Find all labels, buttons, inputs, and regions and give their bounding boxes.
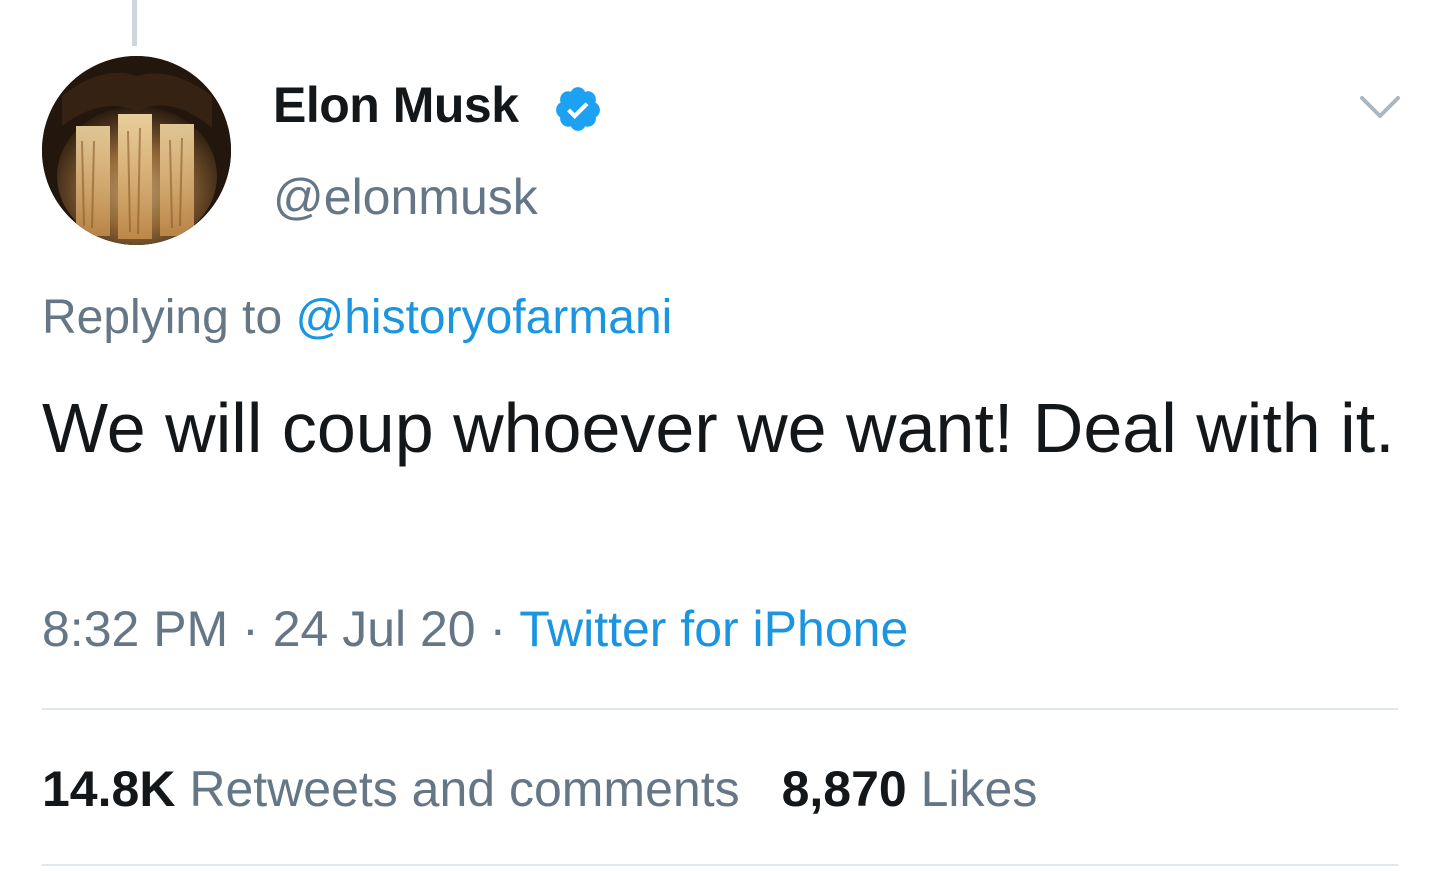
retweets-label: Retweets and comments	[189, 761, 740, 817]
reply-mention-link[interactable]: @historyofarmani	[295, 291, 672, 344]
chevron-down-icon[interactable]	[1358, 92, 1402, 122]
thread-connector-line	[132, 0, 137, 46]
verified-badge-icon	[556, 87, 600, 131]
tweet-meta: 8:32 PM · 24 Jul 20 · Twitter for iPhone	[42, 600, 908, 658]
reply-context: Replying to @historyofarmani	[42, 290, 672, 345]
likes-stat[interactable]: 8,870 Likes	[782, 760, 1038, 818]
retweets-count: 14.8K	[42, 761, 176, 817]
tweet-stats: 14.8K Retweets and comments 8,870 Likes	[42, 760, 1037, 818]
tweet-time[interactable]: 8:32 PM	[42, 601, 228, 657]
retweets-stat[interactable]: 14.8K Retweets and comments	[42, 760, 740, 818]
tweet-source-link[interactable]: Twitter for iPhone	[519, 601, 908, 657]
avatar-image	[42, 56, 231, 245]
divider	[42, 864, 1398, 866]
avatar[interactable]	[42, 56, 231, 245]
author-name[interactable]: Elon Musk	[273, 76, 519, 134]
meta-separator: ·	[242, 601, 259, 657]
meta-separator: ·	[489, 601, 507, 657]
reply-prefix: Replying to	[42, 291, 283, 344]
divider	[42, 708, 1398, 710]
likes-count: 8,870	[781, 761, 907, 817]
likes-label: Likes	[920, 761, 1038, 817]
tweet-text: We will coup whoever we want! Deal with …	[42, 389, 1395, 467]
author-handle[interactable]: @elonmusk	[273, 168, 538, 226]
tweet-date[interactable]: 24 Jul 20	[273, 601, 476, 657]
